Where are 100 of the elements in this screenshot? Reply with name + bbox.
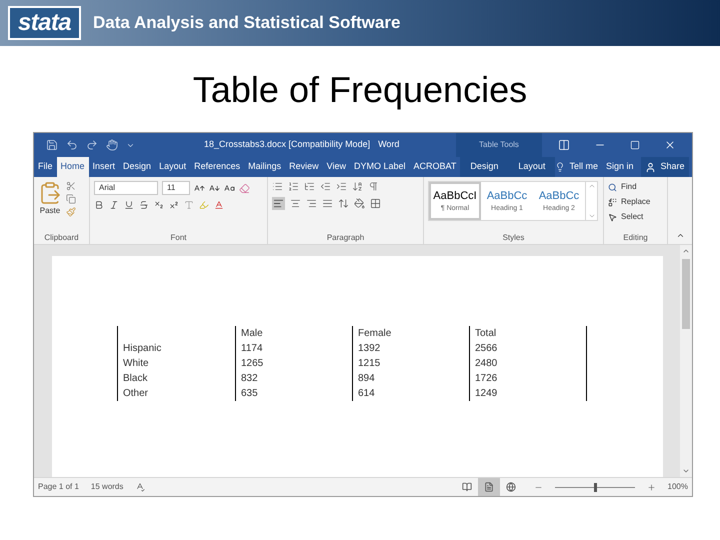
- row-label: White: [118, 356, 236, 371]
- undo-icon[interactable]: [66, 139, 78, 151]
- table-cell: 1265: [236, 356, 352, 371]
- sign-in-link[interactable]: Sign in: [606, 160, 634, 174]
- ribbon-tab[interactable]: Layout: [155, 157, 190, 177]
- editing-command[interactable]: Select: [608, 211, 650, 223]
- scroll-up-icon[interactable]: [588, 182, 596, 190]
- grow-font-icon[interactable]: [194, 182, 205, 194]
- touch-icon[interactable]: [106, 139, 118, 151]
- row-label: Black: [118, 371, 236, 386]
- strikethrough-icon[interactable]: [139, 200, 149, 210]
- ribbon-tab[interactable]: DYMO Label: [350, 157, 410, 177]
- table-cell: 614: [352, 386, 470, 401]
- ribbon-options-icon[interactable]: [558, 139, 570, 151]
- line-spacing-icon[interactable]: [338, 198, 349, 209]
- share-button[interactable]: Share: [641, 157, 689, 177]
- zoom-slider[interactable]: [554, 482, 635, 492]
- tagline: Data Analysis and Statistical Software: [93, 12, 400, 34]
- ribbon-tab[interactable]: Home: [56, 157, 89, 177]
- word-count: 15 words: [90, 481, 124, 493]
- outdent-icon[interactable]: [320, 181, 331, 192]
- pilcrow-icon[interactable]: [368, 181, 379, 192]
- ribbon-tab[interactable]: Mailings: [244, 157, 286, 177]
- ribbon-tab[interactable]: File: [34, 157, 57, 177]
- shading-icon[interactable]: [354, 198, 365, 209]
- zoom-level: 100%: [668, 481, 688, 493]
- align-left-button[interactable]: [272, 197, 285, 210]
- group-label: Styles: [502, 232, 526, 244]
- maximize-icon[interactable]: [630, 140, 640, 150]
- editing-command[interactable]: Find: [608, 181, 650, 193]
- scroll-down-icon[interactable]: [682, 467, 690, 475]
- align-center-icon[interactable]: [290, 198, 301, 209]
- ribbon-tab[interactable]: View: [322, 157, 350, 177]
- ribbon-tab[interactable]: Insert: [88, 157, 120, 177]
- scrollbar-thumb[interactable]: [682, 259, 690, 329]
- replace-icon: [608, 198, 617, 206]
- tell-me-button[interactable]: Tell me: [569, 160, 598, 174]
- vertical-scrollbar[interactable]: [680, 245, 692, 477]
- table-cell: 1249: [470, 386, 586, 401]
- row-label: Hispanic: [118, 341, 236, 356]
- underline-icon[interactable]: [124, 200, 134, 210]
- proofing-icon[interactable]: [135, 482, 146, 492]
- borders-icon[interactable]: [370, 198, 381, 209]
- table-cell: 832: [236, 371, 352, 386]
- cut-icon[interactable]: [66, 181, 76, 191]
- font-size-field[interactable]: 11: [162, 181, 190, 195]
- justify-icon[interactable]: [322, 198, 333, 209]
- collapse-ribbon-icon[interactable]: [676, 231, 684, 240]
- column-header: Female: [352, 326, 470, 341]
- ribbon-tab[interactable]: Design: [460, 157, 508, 177]
- group-label: Clipboard: [43, 232, 80, 244]
- sort-icon[interactable]: [352, 181, 363, 192]
- ribbon-tab[interactable]: Review: [285, 157, 323, 177]
- group-label: Editing: [622, 232, 649, 244]
- search-icon: [608, 182, 617, 192]
- logo: stata: [8, 6, 82, 40]
- paste-button[interactable]: Paste: [40, 205, 60, 217]
- copy-icon[interactable]: [66, 194, 76, 204]
- table-cell: 1392: [352, 341, 470, 356]
- window-title: 18_Crosstabs3.docx [Compatibility Mode]: [204, 138, 370, 152]
- redo-icon[interactable]: [86, 139, 98, 151]
- table-cell: 894: [352, 371, 470, 386]
- ribbon-tab[interactable]: Design: [119, 157, 156, 177]
- superscript-icon[interactable]: [169, 200, 179, 210]
- app-name: Word: [378, 138, 400, 152]
- scroll-down-icon[interactable]: [588, 212, 596, 220]
- numbering-icon[interactable]: [288, 181, 299, 192]
- italic-icon[interactable]: [109, 200, 119, 210]
- ribbon-tab[interactable]: ACROBAT: [410, 157, 460, 177]
- align-right-icon[interactable]: [306, 198, 317, 209]
- slide-title: Table of Frequencies: [192, 68, 528, 112]
- view-button[interactable]: [478, 478, 500, 496]
- zoom-in-icon[interactable]: [646, 482, 656, 492]
- row-label: Other: [118, 386, 236, 401]
- clear-format-icon[interactable]: [239, 182, 250, 194]
- text-effects-icon[interactable]: [184, 200, 194, 210]
- ribbon-tab[interactable]: Layout: [508, 157, 556, 177]
- bold-icon[interactable]: [94, 200, 104, 210]
- indent-icon[interactable]: [336, 181, 347, 192]
- table-cell: 1215: [352, 356, 470, 371]
- table-cell: 2566: [470, 341, 586, 356]
- ribbon-tab[interactable]: References: [190, 157, 244, 177]
- web-view-icon: [506, 482, 516, 492]
- font-name-field[interactable]: Arial: [94, 181, 158, 195]
- lightbulb-icon[interactable]: [555, 162, 566, 172]
- group-label: Font: [169, 232, 188, 244]
- page-count: Page 1 of 1: [38, 481, 79, 493]
- close-icon[interactable]: [664, 139, 676, 151]
- editing-command[interactable]: Replace: [608, 196, 650, 208]
- save-icon[interactable]: [46, 139, 58, 151]
- shrink-font-icon[interactable]: [209, 182, 220, 194]
- scroll-up-icon[interactable]: [682, 247, 690, 255]
- table-cell: 2480: [470, 356, 586, 371]
- subscript-icon[interactable]: [154, 200, 164, 210]
- table-cell: 1174: [236, 341, 352, 356]
- font-color-icon[interactable]: [214, 200, 224, 210]
- multilevel-list-icon[interactable]: [304, 181, 315, 192]
- change-case-icon[interactable]: [224, 182, 235, 194]
- column-header: Male: [236, 326, 352, 341]
- table-cell: 1726: [470, 371, 586, 386]
